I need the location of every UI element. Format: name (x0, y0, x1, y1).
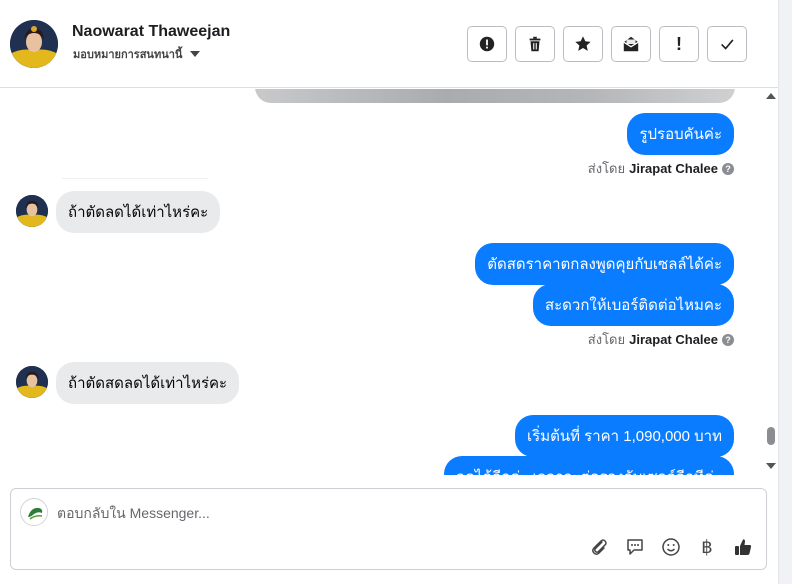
reply-input[interactable] (57, 502, 657, 524)
emoji-icon (662, 538, 680, 556)
important-button[interactable]: ! (659, 26, 699, 62)
alert-circle-icon (479, 36, 495, 52)
checkmark-icon (721, 39, 734, 50)
sent-by-label: ส่งโดย Jirapat Chalee ? (588, 158, 734, 179)
right-rail (778, 0, 792, 584)
like-button[interactable] (732, 536, 754, 558)
exclamation-icon: ! (676, 33, 682, 54)
conversation-header: Naowarat Thaweejan มอบหมายการสนทนานี้ ! (0, 0, 778, 88)
caret-down-icon (190, 51, 201, 57)
attach-button[interactable] (588, 536, 610, 558)
emoji-button[interactable] (660, 536, 682, 558)
contact-avatar[interactable] (10, 20, 58, 68)
mark-unread-button[interactable] (611, 26, 651, 62)
reply-composer: ฿ (10, 488, 767, 570)
star-icon (575, 36, 591, 51)
sent-by-prefix: ส่งโดย (587, 161, 626, 176)
message-outgoing[interactable]: เริ่มต้นที่ ราคา 1,090,000 บาท (515, 415, 734, 457)
trash-icon (529, 36, 541, 52)
message-outgoing[interactable]: สะดวกให้เบอร์ติดต่อไหมคะ (532, 284, 734, 326)
message-thread: รูปรอบคันค่ะ ส่งโดย Jirapat Chalee ? ถ้า… (0, 89, 760, 475)
sent-by-prefix: ส่งโดย (587, 332, 626, 347)
contact-avatar-small (16, 366, 48, 398)
sent-by-sender: Jirapat Chalee (629, 332, 718, 347)
conversation-actions: ! (467, 26, 747, 62)
message-incoming[interactable]: ถ้าตัดลดได้เท่าไหร่คะ (56, 191, 221, 233)
photo-attachment[interactable] (255, 89, 735, 103)
info-icon[interactable]: ? (722, 333, 734, 346)
message-outgoing[interactable]: รูปรอบคันค่ะ (627, 113, 734, 155)
payment-button[interactable]: ฿ (696, 536, 718, 558)
composer-tools: ฿ (588, 536, 754, 558)
assign-conversation-dropdown[interactable]: มอบหมายการสนทนานี้ (73, 45, 201, 63)
spam-button[interactable] (467, 26, 507, 62)
saved-replies-button[interactable] (624, 536, 646, 558)
scroll-down-arrow[interactable] (766, 463, 776, 469)
scroll-up-arrow[interactable] (766, 93, 776, 99)
mark-done-button[interactable] (707, 26, 747, 62)
info-icon[interactable]: ? (722, 162, 734, 175)
page-logo (20, 498, 48, 526)
delete-button[interactable] (515, 26, 555, 62)
star-button[interactable] (563, 26, 603, 62)
sent-by-label: ส่งโดย Jirapat Chalee ? (588, 329, 734, 350)
contact-name: Naowarat Thaweejan (72, 23, 231, 40)
sent-by-sender: Jirapat Chalee (629, 161, 718, 176)
message-incoming[interactable]: ถ้าตัดสดลดได้เท่าไหร่คะ (56, 362, 240, 404)
mark-unread-icon (623, 36, 639, 52)
saved-reply-icon (627, 539, 643, 555)
paperclip-icon (592, 539, 607, 555)
assign-label: มอบหมายการสนทนานี้ (73, 49, 183, 61)
baht-icon: ฿ (701, 536, 713, 558)
thumbs-up-icon (735, 539, 752, 555)
scrollbar-thumb[interactable] (767, 427, 775, 445)
message-outgoing[interactable]: ลดได้อีกค่ะ เวลาจะต่อรองกับเซลล์อีกทีค่ะ (443, 456, 734, 475)
message-outgoing[interactable]: ตัดสดราคาตกลงพูดคุยกับเซลล์ได้ค่ะ (475, 243, 734, 285)
divider (62, 178, 208, 179)
contact-avatar-small (16, 195, 48, 227)
